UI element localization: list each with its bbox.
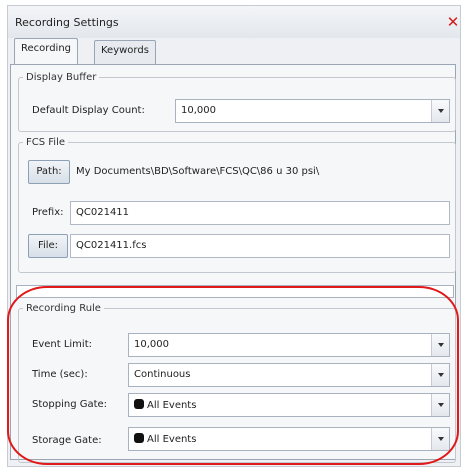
event-limit-select[interactable]: 10,000 <box>128 333 450 357</box>
default-display-count-select[interactable]: 10,000 <box>175 99 450 123</box>
chevron-down-icon[interactable] <box>431 334 449 356</box>
event-limit-value: 10,000 <box>134 339 169 350</box>
file-input[interactable]: QC021411.fcs <box>70 234 450 258</box>
gate-color-swatch-icon <box>134 399 144 409</box>
storage-gate-select[interactable]: All Events <box>128 427 450 451</box>
close-icon[interactable]: ✕ <box>446 14 460 30</box>
gate-color-swatch-icon <box>134 433 144 443</box>
title-bar: Recording Settings ✕ <box>8 6 460 38</box>
prefix-label: Prefix: <box>32 207 64 218</box>
time-sec-value: Continuous <box>134 369 191 380</box>
recording-progress-bar <box>16 285 454 298</box>
tab-keywords[interactable]: Keywords <box>94 40 156 64</box>
storage-gate-label: Storage Gate: <box>32 435 102 446</box>
display-buffer-legend: Display Buffer <box>26 72 97 83</box>
stopping-gate-label: Stopping Gate: <box>32 399 108 410</box>
tab-recording[interactable]: Recording <box>14 38 79 64</box>
chevron-down-icon[interactable] <box>431 100 449 122</box>
time-sec-select[interactable]: Continuous <box>128 363 450 387</box>
recording-rule-legend: Recording Rule <box>26 303 101 314</box>
chevron-down-icon[interactable] <box>431 428 449 450</box>
chevron-down-icon[interactable] <box>431 364 449 386</box>
storage-gate-value-wrap: All Events <box>134 433 196 445</box>
window-title: Recording Settings <box>15 16 119 29</box>
event-limit-label: Event Limit: <box>32 339 92 350</box>
path-button[interactable]: Path: <box>28 160 70 184</box>
chevron-down-icon[interactable] <box>431 394 449 416</box>
stopping-gate-select[interactable]: All Events <box>128 393 450 417</box>
file-button[interactable]: File: <box>28 234 68 258</box>
default-display-count-value: 10,000 <box>181 105 216 116</box>
stopping-gate-value-wrap: All Events <box>134 399 196 411</box>
time-sec-label: Time (sec): <box>32 369 88 380</box>
path-value: My Documents\BD\Software\FCS\QC\86 u 30 … <box>76 166 320 177</box>
default-display-count-label: Default Display Count: <box>32 105 145 116</box>
storage-gate-value: All Events <box>147 434 197 445</box>
stopping-gate-value: All Events <box>147 400 197 411</box>
prefix-input[interactable]: QC021411 <box>70 201 450 225</box>
fcs-file-legend: FCS File <box>26 137 65 148</box>
